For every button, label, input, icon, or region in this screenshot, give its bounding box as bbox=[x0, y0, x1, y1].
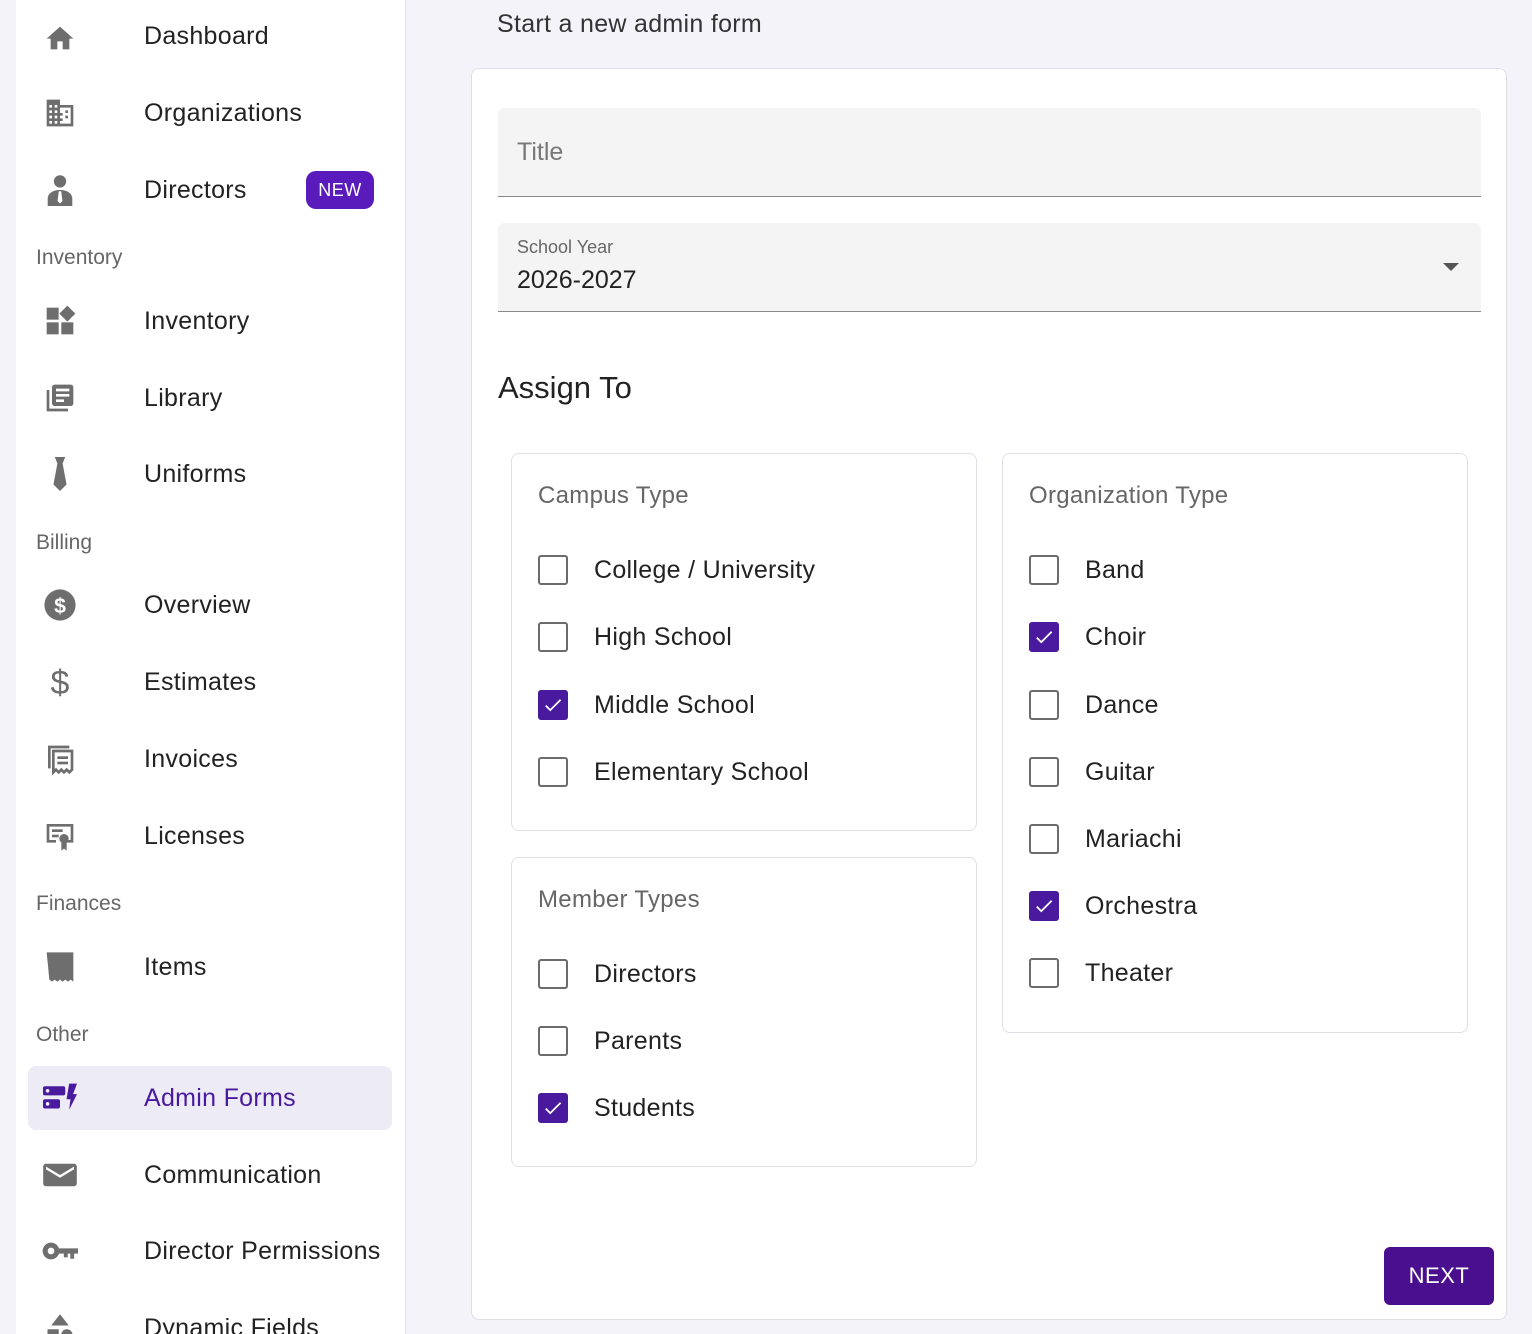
mail-icon bbox=[42, 1157, 78, 1193]
checkbox-label: High School bbox=[594, 623, 733, 651]
sidebar-item-overview[interactable]: $ Overview bbox=[28, 573, 392, 637]
checkbox-label: Theater bbox=[1085, 959, 1174, 987]
assign-to-heading: Assign To bbox=[498, 370, 632, 405]
sidebar-item-label: Communication bbox=[144, 1160, 322, 1189]
checkbox-box[interactable] bbox=[538, 1026, 568, 1056]
sidebar-item-label: Dashboard bbox=[144, 21, 270, 50]
checkbox-box[interactable] bbox=[538, 622, 568, 652]
checkbox-box[interactable] bbox=[1029, 622, 1059, 652]
sidebar-item-communication[interactable]: Communication bbox=[28, 1143, 392, 1207]
checkbox-label: Orchestra bbox=[1085, 892, 1198, 920]
checkbox-box[interactable] bbox=[538, 690, 568, 720]
checkmark-icon bbox=[1036, 900, 1053, 913]
group-title: Member Types bbox=[538, 886, 700, 913]
checkbox-box[interactable] bbox=[538, 1093, 568, 1123]
key-icon bbox=[42, 1233, 78, 1269]
sidebar-item-licenses[interactable]: Licenses bbox=[28, 804, 392, 868]
sidebar-item-label: Items bbox=[144, 952, 207, 981]
checkbox-label: Band bbox=[1085, 556, 1145, 584]
home-icon bbox=[42, 18, 78, 54]
next-button[interactable]: NEXT bbox=[1384, 1247, 1494, 1305]
checkbox-box[interactable] bbox=[1029, 555, 1059, 585]
tie-icon bbox=[42, 456, 78, 492]
checkmark-icon bbox=[545, 699, 562, 712]
title-placeholder: Title bbox=[517, 138, 564, 166]
sidebar-item-label: Licenses bbox=[144, 821, 246, 850]
checkmark-icon bbox=[1036, 631, 1053, 644]
checkbox-label: Dance bbox=[1085, 691, 1159, 719]
widgets-icon bbox=[42, 303, 78, 339]
sidebar: Dashboard Organizations Directors NEW In… bbox=[16, 0, 406, 1334]
school-year-select[interactable]: School Year 2026-2027 bbox=[498, 223, 1481, 312]
campus-type-group: Campus Type College / University High Sc… bbox=[511, 453, 977, 831]
section-label-finances: Finances bbox=[36, 892, 122, 915]
sidebar-item-library[interactable]: Library bbox=[28, 366, 392, 430]
sidebar-item-label: Admin Forms bbox=[144, 1083, 296, 1112]
sidebar-item-invoices[interactable]: Invoices bbox=[28, 727, 392, 791]
member-types-group: Member Types Directors Parents Students bbox=[511, 857, 977, 1167]
checkbox-box[interactable] bbox=[538, 959, 568, 989]
section-label-billing: Billing bbox=[36, 531, 93, 554]
checkbox-label: Elementary School bbox=[594, 758, 809, 786]
checkbox-box[interactable] bbox=[538, 555, 568, 585]
ticket-icon bbox=[42, 949, 78, 985]
dollar-circle-icon: $ bbox=[42, 587, 78, 623]
checkbox-label: Guitar bbox=[1085, 758, 1155, 786]
checkbox-box[interactable] bbox=[538, 757, 568, 787]
organization-type-group: Organization Type Band Choir Dance Guita… bbox=[1002, 453, 1468, 1033]
dollar-icon: $ bbox=[42, 664, 78, 700]
sidebar-item-label: Directors bbox=[144, 175, 247, 204]
checkbox-box[interactable] bbox=[1029, 824, 1059, 854]
section-label-other: Other bbox=[36, 1023, 89, 1046]
sidebar-item-inventory[interactable]: Inventory bbox=[28, 289, 392, 353]
checkbox-label: Choir bbox=[1085, 623, 1147, 651]
sidebar-item-label: Estimates bbox=[144, 667, 257, 696]
section-label-inventory: Inventory bbox=[36, 246, 123, 269]
sidebar-item-dashboard[interactable]: Dashboard bbox=[28, 4, 392, 68]
school-year-label: School Year bbox=[517, 237, 614, 257]
sidebar-item-organizations[interactable]: Organizations bbox=[28, 81, 392, 145]
school-year-value: 2026-2027 bbox=[517, 266, 637, 294]
sidebar-item-director-permissions[interactable]: Director Permissions bbox=[28, 1219, 392, 1283]
sidebar-item-estimates[interactable]: $ Estimates bbox=[28, 650, 392, 714]
dynamic-form-icon bbox=[42, 1080, 78, 1116]
checkbox-label: Mariachi bbox=[1085, 825, 1182, 853]
new-badge: NEW bbox=[306, 171, 374, 209]
license-icon bbox=[42, 818, 78, 854]
shapes-icon bbox=[42, 1310, 78, 1334]
sidebar-item-label: Director Permissions bbox=[144, 1236, 381, 1265]
checkbox-box[interactable] bbox=[1029, 958, 1059, 988]
person-icon bbox=[42, 172, 78, 208]
sidebar-item-label: Invoices bbox=[144, 744, 239, 773]
svg-text:$: $ bbox=[54, 594, 66, 618]
checkbox-label: Parents bbox=[594, 1027, 683, 1055]
sidebar-item-admin-forms[interactable]: Admin Forms bbox=[28, 1066, 392, 1130]
checkbox-box[interactable] bbox=[1029, 690, 1059, 720]
sidebar-item-dynamic-fields[interactable]: Dynamic Fields bbox=[28, 1296, 392, 1334]
checkbox-label: Directors bbox=[594, 960, 697, 988]
checkmark-icon bbox=[545, 1102, 562, 1115]
checkbox-label: Students bbox=[594, 1094, 696, 1122]
receipt-icon bbox=[42, 741, 78, 777]
sidebar-item-label: Library bbox=[144, 383, 223, 412]
checkbox-label: Middle School bbox=[594, 691, 755, 719]
library-icon bbox=[42, 380, 78, 416]
sidebar-item-uniforms[interactable]: Uniforms bbox=[28, 442, 392, 506]
checkbox-box[interactable] bbox=[1029, 757, 1059, 787]
group-title: Organization Type bbox=[1029, 482, 1229, 509]
caret-down-icon bbox=[1443, 263, 1459, 271]
sidebar-item-items[interactable]: Items bbox=[28, 935, 392, 999]
title-field[interactable]: Title bbox=[498, 108, 1481, 197]
sidebar-item-label: Overview bbox=[144, 590, 251, 619]
checkbox-label: College / University bbox=[594, 556, 816, 584]
sidebar-item-label: Uniforms bbox=[144, 459, 247, 488]
building-icon bbox=[42, 95, 78, 131]
page-title: Start a new admin form bbox=[497, 10, 763, 38]
checkbox-box[interactable] bbox=[1029, 891, 1059, 921]
sidebar-item-label: Organizations bbox=[144, 98, 303, 127]
sidebar-item-label: Inventory bbox=[144, 306, 250, 335]
group-title: Campus Type bbox=[538, 482, 689, 509]
svg-text:$: $ bbox=[51, 665, 70, 699]
sidebar-item-label: Dynamic Fields bbox=[144, 1313, 320, 1334]
